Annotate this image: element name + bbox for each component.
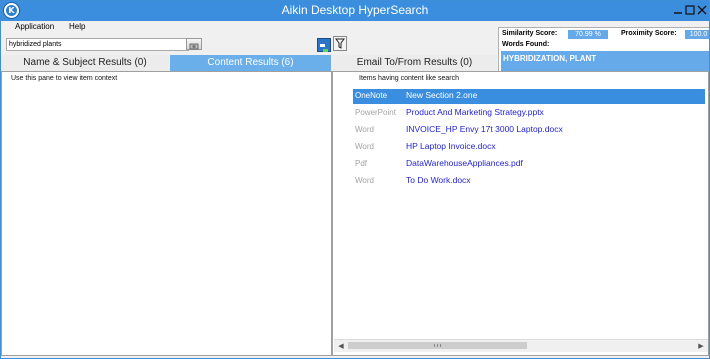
scroll-left-icon[interactable]: ◀ (335, 340, 347, 352)
result-row[interactable]: OneNote New Section 2.one (353, 89, 705, 104)
result-name-link[interactable]: To Do Work.docx (406, 175, 471, 185)
results-pane-hint: Items having content like search (359, 75, 459, 82)
words-found-label: Words Found: (502, 41, 550, 48)
menu-help[interactable]: Help (69, 22, 85, 31)
similarity-score-label: Similarity Score: (502, 30, 558, 37)
filter-icon (335, 34, 345, 53)
result-row[interactable]: Pdf DataWarehouseAppliances.pdf (353, 157, 705, 172)
result-name-link[interactable]: INVOICE_HP Envy 17t 3000 Laptop.docx (406, 124, 563, 134)
scroll-thumb[interactable] (348, 342, 527, 349)
tab-email-results[interactable]: Email To/From Results (0) (332, 55, 497, 71)
result-row[interactable]: Word INVOICE_HP Envy 17t 3000 Laptop.docx (353, 123, 705, 138)
highlight-toggle-button[interactable] (317, 38, 331, 52)
title-bar[interactable]: K Aikin Desktop HyperSearch (1, 1, 709, 21)
result-type: Word (355, 125, 374, 134)
result-type: Word (355, 176, 374, 185)
filter-button[interactable] (333, 36, 347, 51)
menu-application[interactable]: Application (15, 22, 54, 31)
proximity-score-label: Proximity Score: (621, 30, 677, 37)
result-row[interactable]: Word To Do Work.docx (353, 174, 705, 189)
result-name-link[interactable]: DataWarehouseAppliances.pdf (406, 158, 523, 168)
result-name-link[interactable]: Product And Marketing Strategy.pptx (406, 107, 544, 117)
similarity-score-value: 70.99 % (568, 30, 608, 39)
result-row[interactable]: PowerPoint Product And Marketing Strategy… (353, 106, 705, 121)
search-input[interactable]: hybridized plants (6, 38, 189, 51)
proximity-score-value: 100.0 (685, 30, 709, 39)
search-icon (189, 35, 199, 54)
scroll-right-icon[interactable]: ▶ (695, 340, 707, 352)
horizontal-scrollbar[interactable]: ◀ ▶ (334, 339, 708, 352)
app-window: K Aikin Desktop HyperSearch Application … (0, 0, 710, 359)
window-title: Aikin Desktop HyperSearch (281, 3, 429, 17)
close-icon[interactable] (695, 3, 709, 17)
search-button[interactable] (186, 38, 202, 50)
tab-content-results[interactable]: Content Results (6) (170, 55, 331, 71)
result-name-link[interactable]: New Section 2.one (406, 90, 477, 100)
result-type: Word (355, 142, 374, 151)
result-name-link[interactable]: HP Laptop Invoice.docx (406, 141, 496, 151)
result-type: PowerPoint (355, 108, 396, 117)
tab-name-subject-results[interactable]: Name & Subject Results (0) (1, 55, 169, 71)
result-row[interactable]: Word HP Laptop Invoice.docx (353, 140, 705, 155)
result-type: OneNote (355, 91, 388, 100)
context-pane[interactable]: Use this pane to view item context (1, 71, 332, 356)
result-type: Pdf (355, 159, 368, 168)
context-pane-hint: Use this pane to view item context (11, 75, 118, 82)
